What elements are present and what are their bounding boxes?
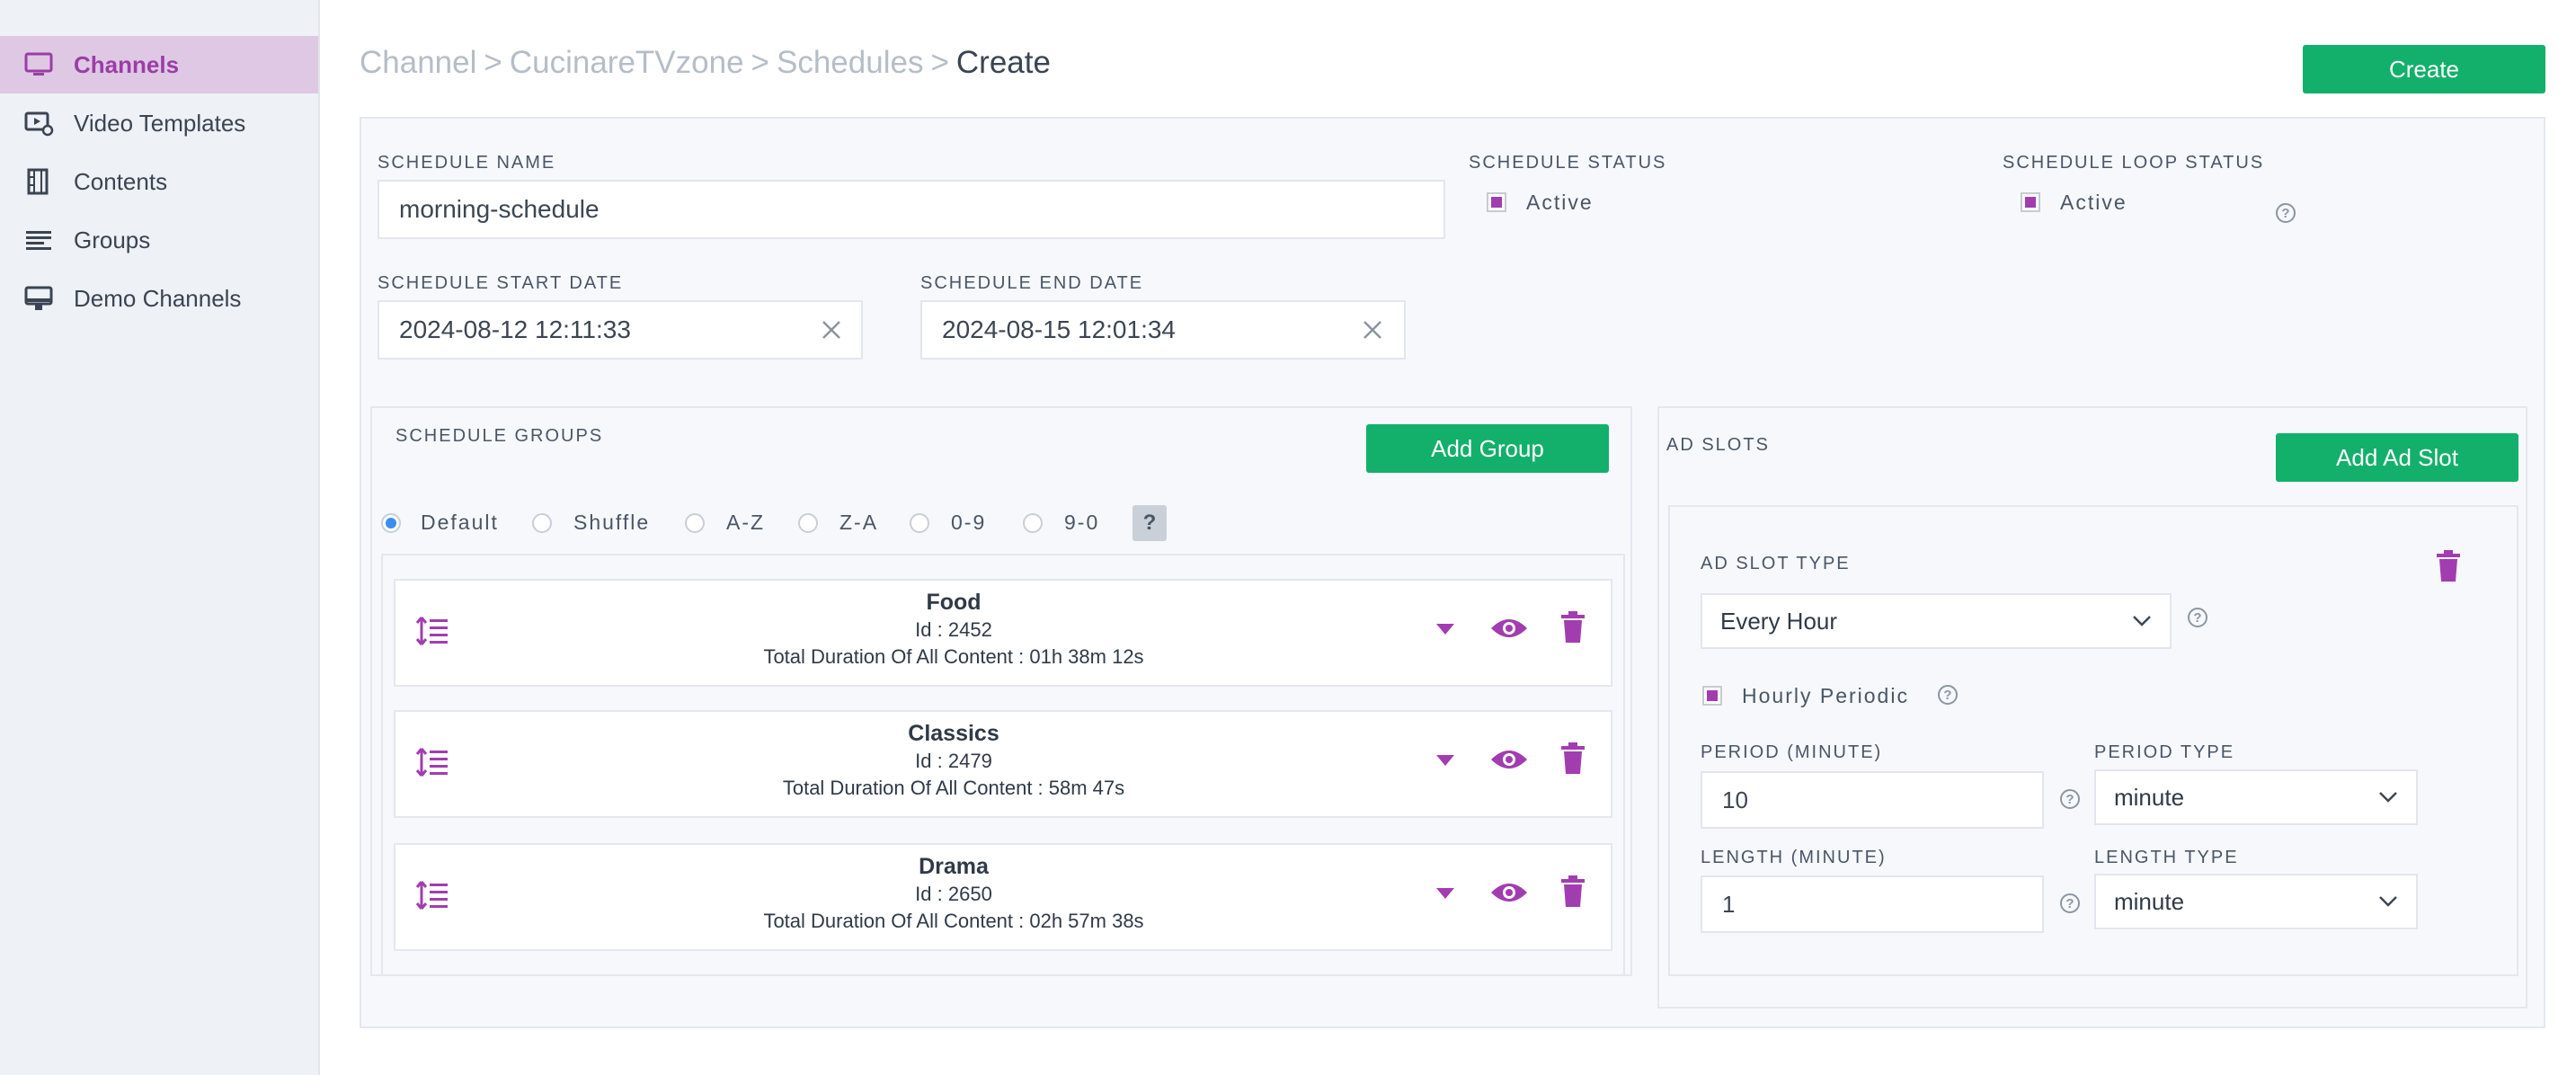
chevron-down-icon[interactable] — [2378, 791, 2398, 804]
caret-down-icon[interactable] — [1436, 888, 1454, 899]
add-group-button[interactable]: Add Group — [1366, 424, 1609, 473]
trash-icon[interactable] — [1560, 875, 1586, 908]
length-input[interactable]: 1 — [1701, 875, 2044, 933]
sidebar-item-groups[interactable]: Groups — [0, 211, 318, 269]
group-duration: Total Duration Of All Content : 02h 57m … — [763, 910, 1144, 932]
schedule-status-label: SCHEDULE STATUS — [1469, 153, 1667, 173]
clear-icon[interactable] — [1361, 318, 1384, 342]
sidebar-item-channels[interactable]: Channels — [0, 36, 318, 93]
clear-icon[interactable] — [820, 318, 843, 342]
monitor-icon — [24, 52, 53, 76]
sort-option-label: Shuffle — [573, 511, 651, 534]
display-icon — [24, 286, 53, 310]
length-type-label: LENGTH TYPE — [2094, 848, 2239, 867]
group-id: Id : 2650 — [915, 883, 992, 905]
group-duration: Total Duration Of All Content : 01h 38m … — [763, 645, 1144, 668]
trash-icon[interactable] — [2436, 550, 2461, 582]
breadcrumb-link-channel[interactable]: Channel — [360, 45, 476, 80]
group-name: Classics — [908, 721, 999, 746]
sort-radio-9-0[interactable] — [1023, 513, 1043, 533]
breadcrumb-separator: > — [751, 45, 769, 80]
group-name: Food — [926, 590, 982, 615]
help-icon[interactable]: ? — [2188, 608, 2207, 627]
help-icon[interactable]: ? — [2060, 789, 2080, 809]
sort-radio-z-a[interactable] — [798, 513, 818, 533]
schedule-name-input[interactable]: morning-schedule — [378, 180, 1445, 239]
ad-slot-type-label: AD SLOT TYPE — [1701, 554, 1851, 573]
sort-option-label: Z-A — [839, 511, 879, 534]
schedule-loop-status-checkbox[interactable] — [2021, 192, 2040, 212]
chevron-down-icon[interactable] — [2132, 615, 2152, 627]
schedule-loop-status-label: SCHEDULE LOOP STATUS — [2003, 153, 2265, 173]
group-row: Food Id : 2452 Total Duration Of All Con… — [394, 579, 1612, 687]
period-type-select[interactable]: minute — [2094, 769, 2418, 825]
breadcrumb-separator: > — [484, 45, 502, 80]
add-ad-slot-button[interactable]: Add Ad Slot — [2276, 433, 2518, 482]
group-row: Classics Id : 2479 Total Duration Of All… — [394, 710, 1612, 818]
breadcrumb-separator: > — [930, 45, 949, 80]
caret-down-icon[interactable] — [1436, 624, 1454, 635]
sidebar: Channels Video Templates Contents Groups — [0, 0, 320, 1075]
group-duration: Total Duration Of All Content : 58m 47s — [782, 777, 1125, 799]
ad-slots-title: AD SLOTS — [1666, 435, 1770, 455]
sidebar-item-label: Video Templates — [74, 109, 246, 137]
caret-down-icon[interactable] — [1436, 755, 1454, 766]
sidebar-item-label: Groups — [74, 226, 151, 253]
sidebar-item-video-templates[interactable]: Video Templates — [0, 94, 318, 152]
group-id: Id : 2479 — [915, 750, 992, 772]
sort-option-label: A-Z — [726, 511, 766, 534]
sort-option-label: Default — [421, 511, 499, 534]
group-row: Drama Id : 2650 Total Duration Of All Co… — [394, 843, 1612, 951]
schedule-loop-status-option-label: Active — [2060, 191, 2127, 214]
breadcrumb-link-schedules[interactable]: Schedules — [777, 45, 923, 80]
hourly-periodic-label: Hourly Periodic — [1742, 684, 1909, 707]
schedule-name-label: SCHEDULE NAME — [378, 153, 556, 173]
ad-slot-type-select[interactable]: Every Hour — [1701, 593, 2172, 649]
help-icon[interactable]: ? — [1938, 685, 1958, 705]
period-input[interactable]: 10 — [1701, 771, 2044, 829]
start-date-input[interactable]: 2024-08-12 12:11:33 — [378, 300, 863, 360]
group-id: Id : 2452 — [915, 618, 992, 641]
sort-radio-a-z[interactable] — [685, 513, 705, 533]
length-label: LENGTH (MINUTE) — [1701, 848, 1887, 867]
breadcrumb: Channel > CucinareTVzone > Schedules > Create — [360, 45, 1051, 81]
video-settings-icon — [24, 111, 54, 137]
film-icon — [27, 168, 49, 195]
eye-icon[interactable] — [1490, 615, 1528, 642]
sort-help-button[interactable]: ? — [1133, 505, 1167, 541]
sidebar-item-label: Demo Channels — [74, 284, 242, 312]
start-date-label: SCHEDULE START DATE — [378, 273, 624, 293]
sort-radio-default[interactable] — [381, 513, 401, 533]
list-icon — [26, 231, 51, 250]
sidebar-item-label: Channels — [74, 50, 180, 78]
sort-radio-shuffle[interactable] — [532, 513, 552, 533]
schedule-status-option-label: Active — [1526, 191, 1594, 214]
breadcrumb-link-channel-name[interactable]: CucinareTVzone — [510, 45, 744, 80]
trash-icon[interactable] — [1560, 742, 1586, 775]
chevron-down-icon[interactable] — [2378, 895, 2398, 908]
help-icon[interactable]: ? — [2060, 893, 2080, 913]
breadcrumb-current: Create — [955, 45, 1051, 80]
schedule-status-checkbox[interactable] — [1487, 192, 1506, 212]
create-button[interactable]: Create — [2303, 45, 2545, 93]
sort-radio-0-9[interactable] — [910, 513, 929, 533]
hourly-periodic-checkbox[interactable] — [1702, 686, 1722, 706]
sidebar-item-demo-channels[interactable]: Demo Channels — [0, 270, 318, 327]
end-date-label: SCHEDULE END DATE — [920, 273, 1144, 293]
length-type-select[interactable]: minute — [2094, 874, 2418, 929]
schedule-groups-title: SCHEDULE GROUPS — [395, 426, 604, 446]
eye-icon[interactable] — [1490, 746, 1528, 773]
sort-option-label: 0-9 — [951, 511, 987, 534]
period-type-label: PERIOD TYPE — [2094, 742, 2235, 762]
group-name: Drama — [919, 854, 989, 879]
end-date-input[interactable]: 2024-08-15 12:01:34 — [920, 300, 1406, 360]
sidebar-item-label: Contents — [74, 167, 168, 195]
eye-icon[interactable] — [1490, 879, 1528, 906]
period-label: PERIOD (MINUTE) — [1701, 742, 1883, 762]
sidebar-item-contents[interactable]: Contents — [0, 153, 318, 210]
help-icon[interactable]: ? — [2276, 203, 2296, 223]
trash-icon[interactable] — [1560, 611, 1586, 644]
sort-option-label: 9-0 — [1064, 511, 1100, 534]
